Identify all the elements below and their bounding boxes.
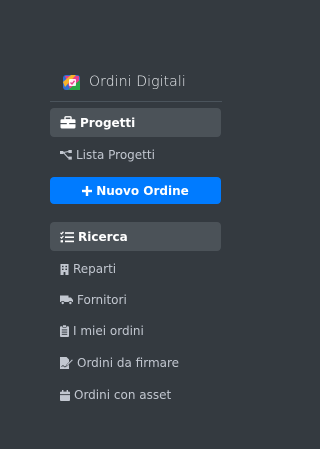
nav-item-reparti[interactable]: Reparti bbox=[60, 260, 116, 278]
nav-item-i-miei-ordini[interactable]: I miei ordini bbox=[60, 322, 144, 340]
section-search-label: Ricerca bbox=[78, 229, 128, 244]
brand-link[interactable]: Ordini Digitali bbox=[62, 70, 186, 94]
nav-item-lista-progetti[interactable]: Lista Progetti bbox=[60, 146, 155, 164]
nav-item-label: I miei ordini bbox=[73, 324, 144, 338]
nav-item-ordini-con-asset[interactable]: Ordini con asset bbox=[60, 386, 171, 404]
section-search[interactable]: Ricerca bbox=[50, 222, 221, 251]
section-projects[interactable]: Progetti bbox=[50, 108, 221, 137]
nav-item-label: Ordini da firmare bbox=[77, 356, 180, 370]
sitemap-icon bbox=[60, 150, 72, 160]
nav-item-label: Ordini con asset bbox=[74, 388, 172, 402]
new-order-label: Nuovo Ordine bbox=[96, 183, 189, 198]
list-check-icon bbox=[60, 230, 74, 243]
brand-title: Ordini Digitali bbox=[89, 74, 186, 90]
briefcase-icon bbox=[60, 116, 76, 129]
nav-item-ordini-da-firmare[interactable]: Ordini da firmare bbox=[60, 354, 179, 372]
multicolor-order-icon bbox=[62, 72, 82, 92]
nav-item-label: Lista Progetti bbox=[76, 148, 155, 162]
new-order-button[interactable]: Nuovo Ordine bbox=[50, 177, 221, 204]
nav-item-label: Fornitori bbox=[77, 293, 127, 307]
section-projects-label: Progetti bbox=[80, 115, 136, 130]
calendar-icon bbox=[60, 389, 70, 401]
plus-icon bbox=[82, 185, 93, 196]
file-signature-icon bbox=[60, 357, 73, 369]
truck-icon bbox=[60, 295, 73, 305]
clipboard-list-icon bbox=[60, 325, 69, 337]
nav-item-fornitori[interactable]: Fornitori bbox=[60, 291, 127, 309]
building-icon bbox=[60, 263, 69, 275]
brand-divider bbox=[50, 101, 222, 102]
nav-item-label: Reparti bbox=[73, 262, 117, 276]
